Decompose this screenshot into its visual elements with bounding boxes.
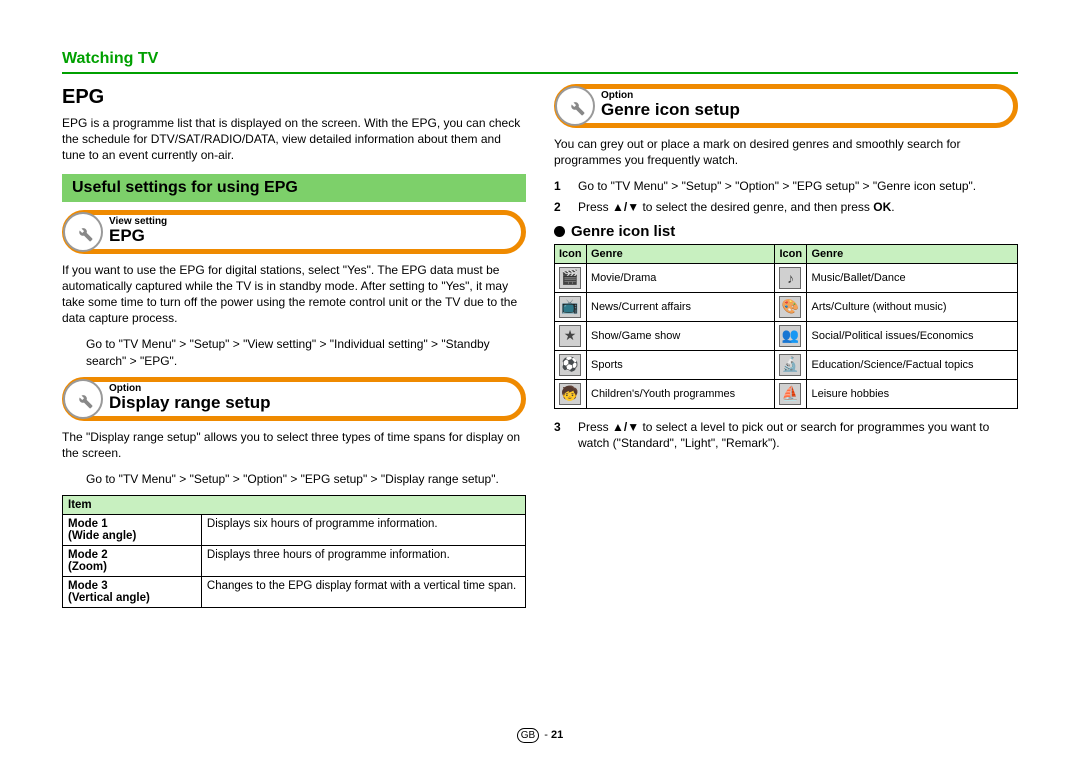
wrench-icon (63, 379, 103, 419)
display-range-table: Item Mode 1(Wide angle) Displays six hou… (62, 495, 526, 608)
epg-path1: Go to "TV Menu" > "Setup" > "View settin… (86, 336, 526, 368)
useful-settings-bar: Useful settings for using EPG (62, 174, 526, 202)
epg-heading: EPG (62, 86, 526, 109)
table-row: 📺 News/Current affairs 🎨 Arts/Culture (w… (555, 292, 1018, 321)
table-row: 🧒 Children's/Youth programmes ⛵ Leisure … (555, 379, 1018, 408)
epg-view-setting-para: If you want to use the EPG for digital s… (62, 262, 526, 327)
genre-table: Icon Genre Icon Genre 🎬 Movie/Drama ♪ Mu… (554, 244, 1018, 409)
genre-icon: 📺 (559, 296, 581, 318)
table-row: Mode 2(Zoom) Displays three hours of pro… (63, 546, 526, 577)
genre-steps: 1 Go to "TV Menu" > "Setup" > "Option" >… (554, 178, 1018, 214)
genre-icon: 🎬 (559, 267, 581, 289)
table-row: ⚽ Sports 🔬 Education/Science/Factual top… (555, 350, 1018, 379)
table-row: Mode 3(Vertical angle) Changes to the EP… (63, 577, 526, 608)
epg-intro: EPG is a programme list that is displaye… (62, 115, 526, 164)
lang-badge: GB (517, 728, 539, 743)
genre-icon-list-heading: Genre icon list (554, 223, 1018, 240)
genre-icon: 🔬 (779, 354, 801, 376)
page-footer: GB - 21 (0, 728, 1080, 743)
step-3: 3 Press ▲/▼ to select a level to pick ou… (554, 419, 1018, 451)
up-down-icon: ▲/▼ (612, 419, 639, 435)
genre-icon: ♪ (779, 267, 801, 289)
bullet-icon (554, 226, 565, 237)
wrench-icon (63, 212, 103, 252)
section-header: Watching TV (62, 50, 1018, 74)
genre-icon: ★ (559, 325, 581, 347)
box-title: Display range setup (109, 394, 513, 413)
genre-icon: 🧒 (559, 383, 581, 405)
view-setting-epg-box: View setting EPG (62, 210, 526, 254)
right-column: Option Genre icon setup You can grey out… (554, 82, 1018, 618)
box-tag: View setting (109, 217, 513, 227)
wrench-icon (555, 86, 595, 126)
display-range-box: Option Display range setup (62, 377, 526, 421)
box-title: Genre icon setup (601, 101, 1005, 120)
up-down-icon: ▲/▼ (612, 199, 639, 215)
table-row: ★ Show/Game show 👥 Social/Political issu… (555, 321, 1018, 350)
display-range-para: The "Display range setup" allows you to … (62, 429, 526, 461)
genre-icon: ⛵ (779, 383, 801, 405)
left-column: EPG EPG is a programme list that is disp… (62, 82, 526, 618)
box-title: EPG (109, 227, 513, 246)
display-range-path: Go to "TV Menu" > "Setup" > "Option" > "… (86, 471, 526, 487)
genre-icon: ⚽ (559, 354, 581, 376)
step-1: 1 Go to "TV Menu" > "Setup" > "Option" >… (554, 178, 1018, 194)
genre-icon-setup-box: Option Genre icon setup (554, 84, 1018, 128)
genre-icon: 🎨 (779, 296, 801, 318)
table-row: 🎬 Movie/Drama ♪ Music/Ballet/Dance (555, 263, 1018, 292)
genre-steps-2: 3 Press ▲/▼ to select a level to pick ou… (554, 419, 1018, 451)
genre-intro: You can grey out or place a mark on desi… (554, 136, 1018, 168)
table-row: Mode 1(Wide angle) Displays six hours of… (63, 515, 526, 546)
items-header: Item (63, 496, 526, 515)
genre-icon: 👥 (779, 325, 801, 347)
step-2: 2 Press ▲/▼ to select the desired genre,… (554, 199, 1018, 215)
